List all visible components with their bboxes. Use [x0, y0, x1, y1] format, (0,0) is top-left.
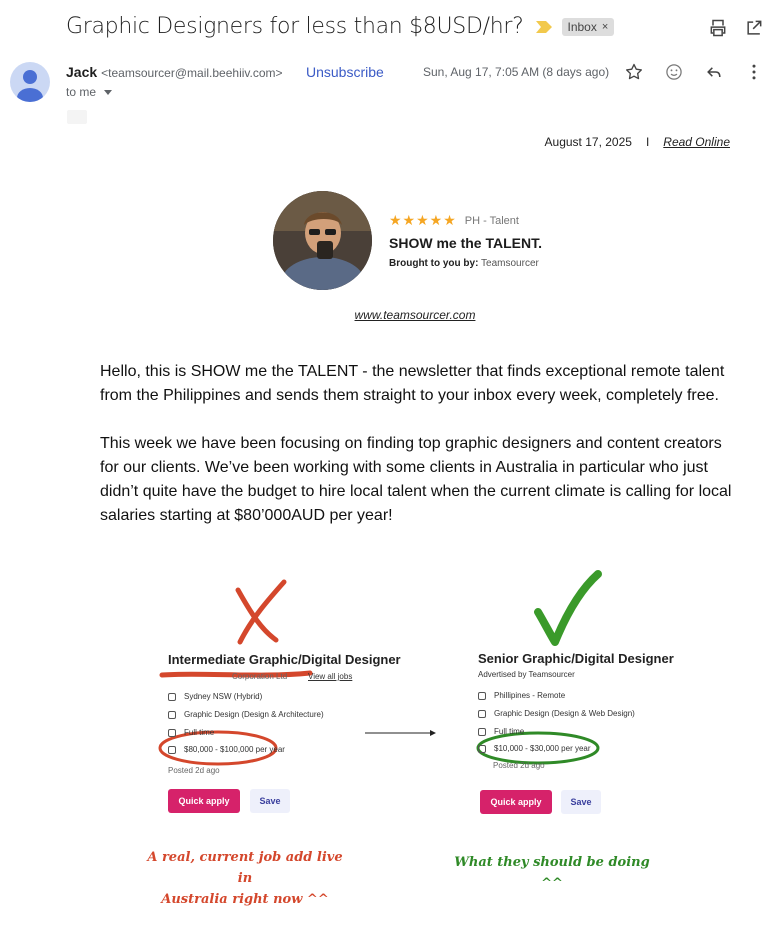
emoji-react-icon[interactable] — [664, 62, 684, 82]
right-handwritten-caption: What they should be doing ^^ — [454, 855, 650, 891]
right-posted: Posted 2d ago — [493, 761, 545, 770]
more-options-icon[interactable] — [744, 62, 764, 82]
building-icon — [478, 709, 486, 718]
left-caption-line-1: A real, current job add live in — [147, 850, 343, 886]
dropdown-arrow-icon[interactable] — [104, 89, 113, 95]
recipient-label: to me — [66, 85, 97, 99]
sender-line: Jack <teamsourcer@mail.beehiiv.com> — [66, 64, 283, 80]
location-pin-icon — [478, 691, 486, 700]
print-icon[interactable] — [708, 18, 728, 38]
clock-icon — [478, 727, 486, 736]
building-icon — [168, 710, 176, 719]
left-job-title: Intermediate Graphic/Digital Designer — [168, 652, 401, 667]
star-icon[interactable] — [624, 62, 644, 82]
right-category: Graphic Design (Design & Web Design) — [494, 709, 635, 718]
right-location: Phillipines - Remote — [494, 691, 566, 700]
right-worktype-row: Full time — [478, 727, 524, 736]
open-in-new-window-icon[interactable] — [744, 18, 764, 38]
email-subject: Graphic Designers for less than $8USD/hr… — [66, 14, 524, 39]
context-paragraph: This week we have been focusing on findi… — [100, 435, 732, 524]
left-company: Corporation Ltd — [232, 672, 288, 681]
right-location-row: Phillipines - Remote — [478, 691, 565, 700]
meta-separator: I — [645, 135, 650, 149]
left-category-row: Graphic Design (Design & Architecture) — [168, 710, 324, 719]
right-salary-row: $10,000 - $30,000 per year — [478, 744, 591, 753]
sender-email: <teamsourcer@mail.beehiiv.com> — [101, 66, 283, 80]
money-icon — [168, 745, 176, 754]
reply-icon[interactable] — [704, 62, 724, 82]
rating-stars-icon: ★★★★★ — [389, 212, 457, 228]
left-view-all-jobs-link: View all jobs — [308, 672, 353, 681]
host-photo — [273, 191, 372, 290]
right-salary: $10,000 - $30,000 per year — [494, 744, 591, 753]
left-quick-apply-button: Quick apply — [168, 789, 240, 813]
inbox-label-text: Inbox — [567, 19, 597, 34]
website-link[interactable]: www.teamsourcer.com — [0, 308, 782, 322]
website-link-text[interactable]: www.teamsourcer.com — [355, 308, 476, 322]
green-check-icon — [534, 570, 602, 646]
inbox-label-chip[interactable]: Inbox × — [561, 17, 615, 36]
brand-text: ★★★★★ PH - Talent SHOW me the TALENT. Br… — [389, 212, 542, 269]
hand-drawn-annotations — [158, 570, 602, 766]
left-worktype-row: Full time — [168, 728, 214, 737]
left-caption-line-2: Australia right now ^^ — [161, 892, 329, 907]
subject-row: Graphic Designers for less than $8USD/hr… — [66, 14, 615, 39]
unsubscribe-link[interactable]: Unsubscribe — [306, 64, 384, 80]
remove-label-icon[interactable]: × — [602, 21, 608, 33]
left-salary-row: $80,000 - $100,000 per year — [168, 745, 285, 754]
important-marker-icon[interactable] — [535, 20, 552, 33]
rating-row: ★★★★★ PH - Talent — [389, 212, 542, 229]
brought-by-line: Brought to you by: Teamsourcer — [389, 258, 542, 269]
left-posted: Posted 2d ago — [168, 766, 220, 775]
brought-by-name: Teamsourcer — [481, 258, 539, 269]
right-save-button: Save — [561, 790, 601, 814]
location-pin-icon — [168, 692, 176, 701]
job-ad-comparison-image: Intermediate Graphic/Digital Designer Co… — [0, 560, 782, 907]
right-category-row: Graphic Design (Design & Web Design) — [478, 709, 635, 718]
right-job-title: Senior Graphic/Digital Designer — [478, 651, 674, 666]
brought-by-label: Brought to you by: — [389, 258, 479, 269]
email-date: Sun, Aug 17, 7:05 AM (8 days ago) — [423, 65, 610, 79]
left-location: Sydney NSW (Hybrid) — [184, 692, 263, 701]
right-quick-apply-button: Quick apply — [480, 790, 552, 814]
arrow-head-icon — [430, 730, 436, 736]
sender-name[interactable]: Jack — [66, 64, 97, 80]
left-category: Graphic Design (Design & Architecture) — [184, 710, 324, 719]
left-worktype: Full time — [184, 728, 215, 737]
left-location-row: Sydney NSW (Hybrid) — [168, 692, 262, 701]
newsletter-date: August 17, 2025 — [544, 135, 632, 149]
clock-icon — [168, 728, 176, 737]
read-online-link[interactable]: Read Online — [663, 135, 730, 149]
recipient-details[interactable]: to me — [66, 85, 113, 99]
right-advertiser: Advertised by Teamsourcer — [478, 670, 575, 679]
newsletter-meta: August 17, 2025 I Read Online — [545, 135, 730, 149]
right-worktype: Full time — [494, 727, 525, 736]
left-save-button: Save — [250, 789, 290, 813]
left-salary: $80,000 - $100,000 per year — [184, 745, 285, 754]
newsletter-brand: ★★★★★ PH - Talent SHOW me the TALENT. Br… — [273, 191, 542, 290]
rating-label: PH - Talent — [464, 214, 519, 227]
newsletter-title: SHOW me the TALENT. — [389, 235, 542, 251]
money-icon — [478, 744, 486, 753]
default-avatar-icon — [17, 70, 43, 102]
left-handwritten-caption: A real, current job add live in Australi… — [140, 847, 350, 910]
person-drinking-coffee-photo — [273, 191, 372, 290]
collapsed-content-placeholder — [67, 110, 87, 124]
sender-avatar[interactable] — [10, 62, 50, 102]
intro-paragraph: Hello, this is SHOW me the TALENT - the … — [100, 363, 725, 404]
